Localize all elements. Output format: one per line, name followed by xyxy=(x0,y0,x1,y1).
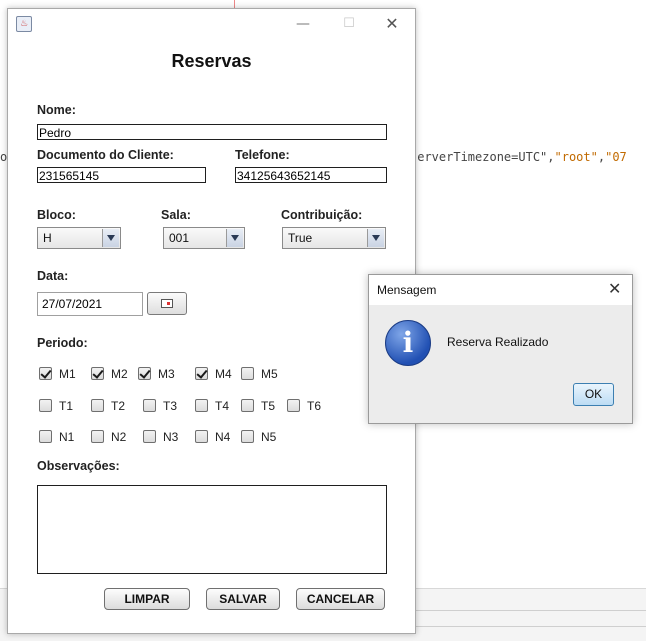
date-field[interactable]: 27/07/2021 xyxy=(37,292,143,316)
limpar-button[interactable]: LIMPAR xyxy=(104,588,190,610)
info-icon: i xyxy=(385,320,431,366)
ide-divider xyxy=(414,626,646,627)
checkbox-t3[interactable] xyxy=(143,399,156,412)
dialog-titlebar[interactable]: Mensagem ✕ xyxy=(369,275,632,305)
checkbox-label: T1 xyxy=(59,399,74,413)
chevron-down-icon[interactable] xyxy=(367,229,384,247)
checkbox-label: M1 xyxy=(59,367,76,381)
checkbox-label: T6 xyxy=(307,399,322,413)
nome-field[interactable]: Pedro xyxy=(37,124,387,140)
salvar-button[interactable]: SALVAR xyxy=(206,588,280,610)
checkbox-t5[interactable] xyxy=(241,399,254,412)
checkbox-label: N1 xyxy=(59,430,75,444)
checkbox-label: T5 xyxy=(261,399,276,413)
ok-button[interactable]: OK xyxy=(573,383,614,406)
contribuicao-label: Contribuição: xyxy=(281,208,363,222)
dialog-message: Reserva Realizado xyxy=(447,335,549,349)
telefone-label: Telefone: xyxy=(235,148,290,162)
checkbox-t6[interactable] xyxy=(287,399,300,412)
dialog-close-button[interactable]: ✕ xyxy=(608,279,621,298)
checkbox-label: N2 xyxy=(111,430,127,444)
close-button[interactable]: ✕ xyxy=(382,15,402,33)
checkbox-label: T4 xyxy=(215,399,230,413)
calendar-button[interactable] xyxy=(147,292,187,315)
message-dialog: Mensagem ✕ i Reserva Realizado OK xyxy=(368,274,633,424)
checkbox-label: M3 xyxy=(158,367,175,381)
calendar-icon xyxy=(161,299,173,308)
checkbox-n1[interactable] xyxy=(39,430,52,443)
observacoes-label: Observações: xyxy=(37,459,120,473)
checkbox-m5[interactable] xyxy=(241,367,254,380)
contribuicao-select[interactable]: True xyxy=(282,227,386,249)
sala-select[interactable]: 001 xyxy=(163,227,245,249)
code-fragment: serverTimezone=UTC","root","07 xyxy=(410,150,627,164)
minimize-button[interactable]: — xyxy=(293,15,313,33)
nome-label: Nome: xyxy=(37,103,76,117)
window-titlebar[interactable]: ♨ — ☐ ✕ xyxy=(8,9,415,39)
bloco-select[interactable]: H xyxy=(37,227,121,249)
checkbox-n3[interactable] xyxy=(143,430,156,443)
checkbox-label: M2 xyxy=(111,367,128,381)
telefone-field[interactable]: 34125643652145 xyxy=(235,167,387,183)
checkbox-label: M4 xyxy=(215,367,232,381)
cancelar-button[interactable]: CANCELAR xyxy=(296,588,385,610)
documento-field[interactable]: 231565145 xyxy=(37,167,206,183)
checkbox-t2[interactable] xyxy=(91,399,104,412)
chevron-down-icon[interactable] xyxy=(102,229,119,247)
sala-value: 001 xyxy=(169,231,190,245)
checkbox-t1[interactable] xyxy=(39,399,52,412)
page-title: Reservas xyxy=(171,51,252,71)
checkbox-m1[interactable] xyxy=(39,367,52,380)
maximize-button[interactable]: ☐ xyxy=(339,15,359,33)
checkbox-m3[interactable] xyxy=(138,367,151,380)
checkbox-m2[interactable] xyxy=(91,367,104,380)
checkbox-n5[interactable] xyxy=(241,430,254,443)
checkbox-t4[interactable] xyxy=(195,399,208,412)
ide-divider xyxy=(414,610,646,611)
data-label: Data: xyxy=(37,269,69,283)
contribuicao-value: True xyxy=(288,231,313,245)
checkbox-label: T2 xyxy=(111,399,126,413)
checkbox-m4[interactable] xyxy=(195,367,208,380)
checkbox-label: N3 xyxy=(163,430,179,444)
reservas-window: ♨ — ☐ ✕ Reservas Nome: Pedro Documento d… xyxy=(7,8,416,634)
checkbox-label: M5 xyxy=(261,367,278,381)
java-app-icon: ♨ xyxy=(16,16,32,32)
bloco-value: H xyxy=(43,231,52,245)
checkbox-n2[interactable] xyxy=(91,430,104,443)
observacoes-textarea[interactable] xyxy=(37,485,387,574)
checkbox-label: N4 xyxy=(215,430,231,444)
checkbox-label: T3 xyxy=(163,399,178,413)
documento-label: Documento do Cliente: xyxy=(37,148,174,162)
chevron-down-icon[interactable] xyxy=(226,229,243,247)
dialog-title: Mensagem xyxy=(377,283,437,297)
periodo-label: Periodo: xyxy=(37,336,88,350)
checkbox-label: N5 xyxy=(261,430,277,444)
checkbox-n4[interactable] xyxy=(195,430,208,443)
bloco-label: Bloco: xyxy=(37,208,76,222)
sala-label: Sala: xyxy=(161,208,191,222)
